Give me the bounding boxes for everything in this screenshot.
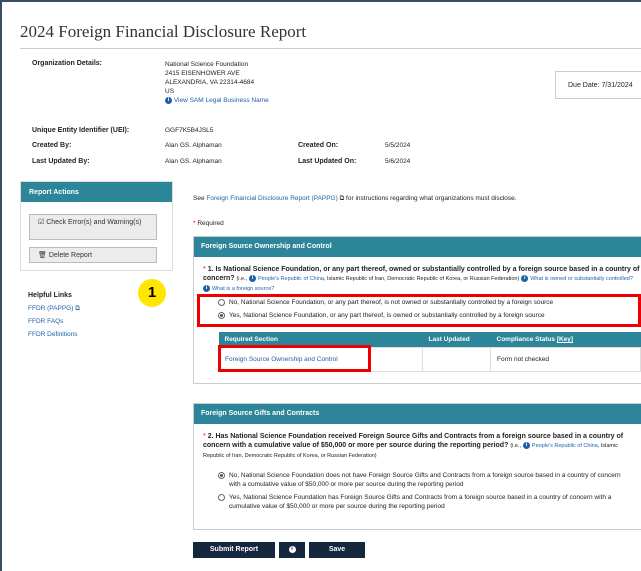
highlight-q1-options	[197, 294, 641, 327]
q2-radio-yes[interactable]	[218, 493, 225, 501]
link-ffdr-pappg-label: FFDR (PAPPG)	[28, 305, 74, 312]
intro-text: See Foreign Financial Disclosure Report …	[193, 195, 517, 203]
uei-label: Unique Entity Identifier (UEI):	[32, 127, 130, 134]
external-link-icon: ⧉	[75, 305, 80, 312]
question-2: * 2. Has National Science Foundation rec…	[203, 432, 633, 461]
org-street: 2415 EISENHOWER AVE	[165, 70, 240, 77]
info-button[interactable]: i	[279, 542, 305, 558]
q2-prc-link[interactable]: People's Republic of China	[532, 443, 598, 449]
info-icon: i	[249, 274, 257, 282]
org-address: National Science Foundation 2415 EISENHO…	[165, 60, 269, 105]
delete-report-button[interactable]: 🗑 Delete Report	[29, 247, 157, 263]
sam-link-label: View SAM Legal Business Name	[173, 97, 269, 104]
q2-eg: (i.e.,	[510, 443, 522, 449]
intro-see: See	[193, 195, 205, 202]
title-divider	[20, 48, 641, 49]
org-name: National Science Foundation	[165, 61, 249, 68]
required-label: Required	[197, 220, 224, 227]
q2-option-no[interactable]: No, National Science Foundation does not…	[218, 471, 633, 489]
required-note: * Required	[193, 220, 224, 227]
section-ownership-title: Foreign Source Ownership and Control	[194, 237, 641, 257]
q1-required-star: *	[203, 266, 206, 273]
pappg-link[interactable]: Foreign Financial Disclosure Report (PAP…	[206, 195, 337, 202]
row-last-updated	[422, 347, 491, 372]
submit-report-button[interactable]: Submit Report	[193, 542, 275, 558]
updated-by-value: Alan GS. Alphaman	[165, 158, 222, 165]
report-actions-panel: Report Actions ☑ Check Error(s) and Warn…	[20, 181, 173, 271]
created-on-label: Created On:	[298, 142, 339, 149]
compliance-status-label: Compliance Status	[496, 336, 556, 343]
sam-link[interactable]: i View SAM Legal Business Name	[165, 96, 269, 105]
report-actions-title: Report Actions	[21, 182, 172, 202]
uei-value: GGF7K5B4JSL5	[165, 127, 214, 134]
highlight-section-link	[218, 345, 371, 372]
q1-eg: (i.e.,	[236, 276, 248, 282]
link-ffdr-pappg[interactable]: FFDR (PAPPG) ⧉	[28, 302, 80, 315]
section-gifts-title: Foreign Source Gifts and Contracts	[194, 404, 641, 424]
org-country: US	[165, 88, 175, 95]
q2-radio-no[interactable]	[218, 471, 225, 479]
created-by-label: Created By:	[32, 142, 72, 149]
delete-report-label: Delete Report	[48, 252, 93, 259]
required-star: *	[193, 220, 196, 227]
q2-option-no-label: No, National Science Foundation does not…	[229, 472, 621, 488]
q1-rest: , Islamic Republic of Iran, Democratic R…	[323, 276, 520, 282]
info-icon: i	[165, 96, 172, 104]
col-last-updated: Last Updated	[422, 332, 491, 348]
q2-required-star: *	[203, 433, 206, 440]
page-title: 2024 Foreign Financial Disclosure Report	[20, 22, 307, 41]
intro-rest: for instructions regarding what organiza…	[346, 195, 517, 202]
check-errors-button[interactable]: ☑ Check Error(s) and Warning(s)	[29, 214, 157, 240]
info-icon: i	[203, 284, 210, 292]
info-icon: i	[288, 545, 296, 553]
info-icon: i	[522, 441, 530, 449]
foreign-source-link[interactable]: What is a foreign source?	[212, 286, 274, 292]
created-on-value: 5/5/2024	[385, 142, 411, 149]
step-callout: 1	[138, 279, 166, 307]
q2-option-yes[interactable]: Yes, National Science Foundation has For…	[218, 493, 633, 511]
updated-on-value: 5/6/2024	[385, 158, 411, 165]
due-date: Due Date: 7/31/2024	[568, 82, 633, 89]
org-label: Organization Details:	[32, 60, 103, 67]
question-1: * 1. Is National Science Foundation, or …	[203, 265, 641, 294]
q2-option-yes-label: Yes, National Science Foundation has For…	[229, 494, 612, 510]
col-compliance-status: Compliance Status [Key]	[490, 332, 641, 348]
link-ffdr-definitions[interactable]: FFDR Definitions	[28, 328, 80, 341]
updated-on-label: Last Updated On:	[298, 158, 357, 165]
helpful-links-title: Helpful Links	[28, 292, 72, 299]
org-city: ALEXANDRIA, VA 22314-4684	[165, 79, 255, 86]
info-icon: i	[521, 274, 529, 282]
trash-icon: 🗑	[38, 252, 47, 259]
row-compliance-status: Form not checked	[490, 347, 641, 372]
updated-by-label: Last Updated By:	[32, 158, 90, 165]
check-errors-label: Check Error(s) and Warning(s)	[46, 219, 142, 226]
link-ffdr-faqs[interactable]: FFDR FAQs	[28, 315, 80, 328]
q1-prc-link[interactable]: People's Republic of China	[258, 276, 324, 282]
helpful-links: Helpful Links FFDR (PAPPG) ⧉ FFDR FAQs F…	[28, 289, 80, 341]
check-icon: ☑	[38, 219, 45, 226]
due-date-box: Due Date: 7/31/2024	[555, 71, 641, 99]
key-link[interactable]: [Key]	[557, 336, 573, 343]
owned-controlled-link[interactable]: What is owned or substantially controlle…	[530, 276, 633, 282]
save-button[interactable]: Save	[309, 542, 365, 558]
created-by-value: Alan GS. Alphaman	[165, 142, 222, 149]
external-link-icon: ⧉	[339, 195, 345, 202]
